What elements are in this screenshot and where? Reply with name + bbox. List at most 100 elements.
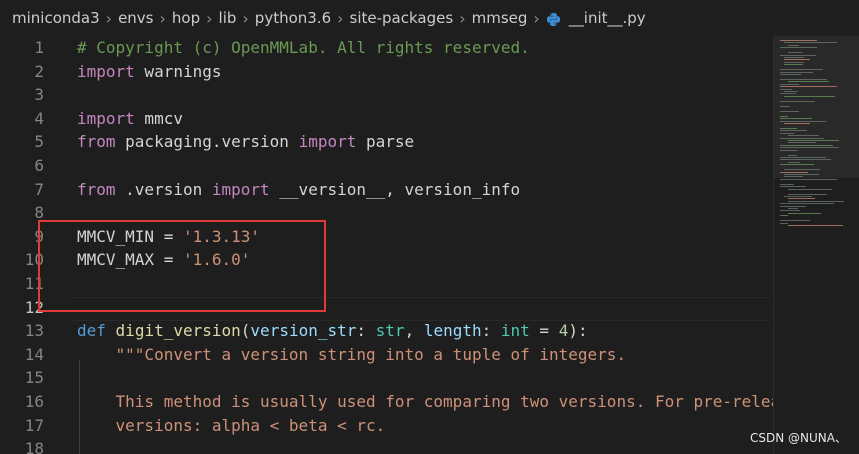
annotation-highlight-box bbox=[38, 220, 326, 312]
code-token: ): bbox=[568, 321, 588, 341]
minimap-code-line bbox=[780, 157, 826, 158]
chevron-right-icon: › bbox=[206, 8, 213, 28]
minimap-code-line bbox=[780, 47, 817, 49]
code-token: int bbox=[500, 321, 530, 341]
line-number: 4 bbox=[34, 108, 44, 128]
breadcrumb-segment[interactable]: envs bbox=[118, 9, 153, 27]
minimap-code-line bbox=[780, 54, 816, 56]
line-number: 16 bbox=[24, 392, 44, 411]
code-token: def bbox=[77, 321, 106, 341]
code-token: This method is usually used for comparin… bbox=[77, 392, 781, 411]
minimap-code-line bbox=[788, 135, 819, 137]
minimap-code-line bbox=[784, 176, 803, 178]
line-number: 13 bbox=[24, 321, 44, 341]
watermark: CSDN @NUNA、 bbox=[750, 431, 847, 445]
line-number: 1 bbox=[34, 38, 44, 57]
minimap-code-line bbox=[788, 142, 816, 144]
minimap-code-line bbox=[784, 169, 820, 171]
code-line[interactable]: 16 This method is usually used for compa… bbox=[0, 390, 780, 414]
minimap-code-line bbox=[780, 210, 800, 212]
line-number: 17 bbox=[24, 415, 44, 435]
minimap-code-line bbox=[780, 222, 788, 224]
minimap-code-line bbox=[784, 95, 835, 97]
breadcrumb-segment[interactable]: lib bbox=[219, 9, 237, 27]
minimap-code-line bbox=[780, 69, 823, 71]
minimap-code-line bbox=[784, 42, 837, 44]
code-text: def digit_version(version_str: str, leng… bbox=[77, 319, 588, 343]
code-line[interactable]: 5 from packaging.version import parse bbox=[0, 130, 770, 154]
code-text: This method is usually used for comparin… bbox=[77, 390, 781, 414]
code-line[interactable]: 6 bbox=[0, 154, 770, 178]
minimap-code-line bbox=[780, 159, 831, 161]
minimap-code-line bbox=[788, 193, 827, 195]
code-token: # Copyright (c) OpenMMLab. All rights re… bbox=[77, 38, 530, 57]
minimap-code-line bbox=[780, 220, 810, 222]
minimap-code-line bbox=[780, 128, 797, 129]
chevron-right-icon: › bbox=[337, 8, 344, 28]
minimap-code-line bbox=[780, 93, 796, 95]
code-token: 4 bbox=[558, 321, 569, 341]
code-line[interactable]: 14 """Convert a version string into a tu… bbox=[0, 343, 770, 367]
code-text: versions: alpha < beta < rc. bbox=[77, 414, 386, 438]
minimap-code-line bbox=[780, 205, 806, 207]
code-token: """Convert a version string into a tuple… bbox=[77, 344, 627, 364]
code-line[interactable]: 15 bbox=[0, 366, 770, 390]
minimap-code-line bbox=[780, 203, 834, 205]
code-line[interactable]: 2 import warnings bbox=[0, 60, 770, 84]
code-token: from bbox=[77, 179, 116, 199]
breadcrumb-segment[interactable]: miniconda3 bbox=[12, 9, 100, 27]
code-text: # Copyright (c) OpenMMLab. All rights re… bbox=[77, 36, 530, 60]
code-text: import mmcv bbox=[77, 107, 183, 131]
minimap-code-line bbox=[780, 186, 806, 188]
code-text: from .version import __version__, versio… bbox=[77, 178, 520, 202]
code-token: length bbox=[423, 321, 482, 341]
breadcrumb-segment[interactable]: python3.6 bbox=[255, 9, 331, 27]
minimap-code-line bbox=[780, 164, 814, 166]
code-token: : bbox=[481, 321, 501, 341]
code-line[interactable]: 1 # Copyright (c) OpenMMLab. All rights r… bbox=[0, 36, 770, 60]
minimap-code-line bbox=[784, 196, 812, 197]
breadcrumb-segment[interactable]: mmseg bbox=[472, 9, 528, 27]
minimap-code-line bbox=[780, 120, 826, 122]
breadcrumb-segment[interactable]: site-packages bbox=[350, 9, 454, 27]
line-number: 3 bbox=[34, 85, 44, 105]
code-line[interactable]: 4 import mmcv bbox=[0, 107, 770, 131]
line-number: 18 bbox=[24, 439, 44, 454]
minimap-code-line bbox=[784, 64, 803, 66]
minimap-code-line bbox=[780, 86, 837, 88]
breadcrumb: miniconda3 › envs › hop › lib › python3.6 › site-p… bbox=[0, 0, 859, 36]
minimap-code-line bbox=[780, 110, 799, 112]
minimap-code-line bbox=[780, 115, 788, 117]
code-line[interactable]: 13 def digit_version(version_str: str, le… bbox=[0, 319, 770, 343]
code-line[interactable]: 18 bbox=[0, 437, 770, 454]
breadcrumb-segment[interactable]: hop bbox=[172, 9, 200, 27]
chevron-right-icon: › bbox=[159, 8, 166, 28]
minimap-code-line bbox=[788, 188, 832, 190]
code-token: version_str bbox=[250, 321, 357, 341]
line-number: 5 bbox=[34, 132, 44, 152]
chevron-right-icon: › bbox=[242, 8, 249, 28]
minimap-code-line bbox=[788, 81, 829, 83]
minimap-code-line bbox=[780, 144, 833, 146]
code-token: import bbox=[77, 61, 135, 81]
minimap-code-line bbox=[780, 149, 798, 151]
minimap-code-line bbox=[780, 215, 788, 217]
minimap[interactable] bbox=[773, 36, 859, 454]
code-token: parse bbox=[356, 132, 415, 152]
minimap-code-line bbox=[788, 161, 800, 163]
code-text: from packaging.version import parse bbox=[77, 130, 414, 154]
minimap-code-line bbox=[784, 59, 810, 61]
minimap-code-line bbox=[784, 57, 804, 58]
code-line[interactable]: 17 versions: alpha < beta < rc. bbox=[0, 414, 770, 438]
breadcrumb-file[interactable]: __init__.py bbox=[569, 9, 646, 27]
minimap-code-line bbox=[780, 100, 815, 102]
minimap-code-line bbox=[780, 132, 794, 134]
code-line[interactable]: 7 from .version import __version__, versi… bbox=[0, 178, 770, 202]
code-line[interactable]: 3 bbox=[0, 83, 770, 107]
code-token: mmcv bbox=[134, 108, 183, 128]
minimap-code-line bbox=[780, 147, 839, 149]
code-token: warnings bbox=[134, 61, 222, 81]
code-token: import bbox=[211, 179, 270, 199]
minimap-code-line bbox=[780, 83, 799, 85]
